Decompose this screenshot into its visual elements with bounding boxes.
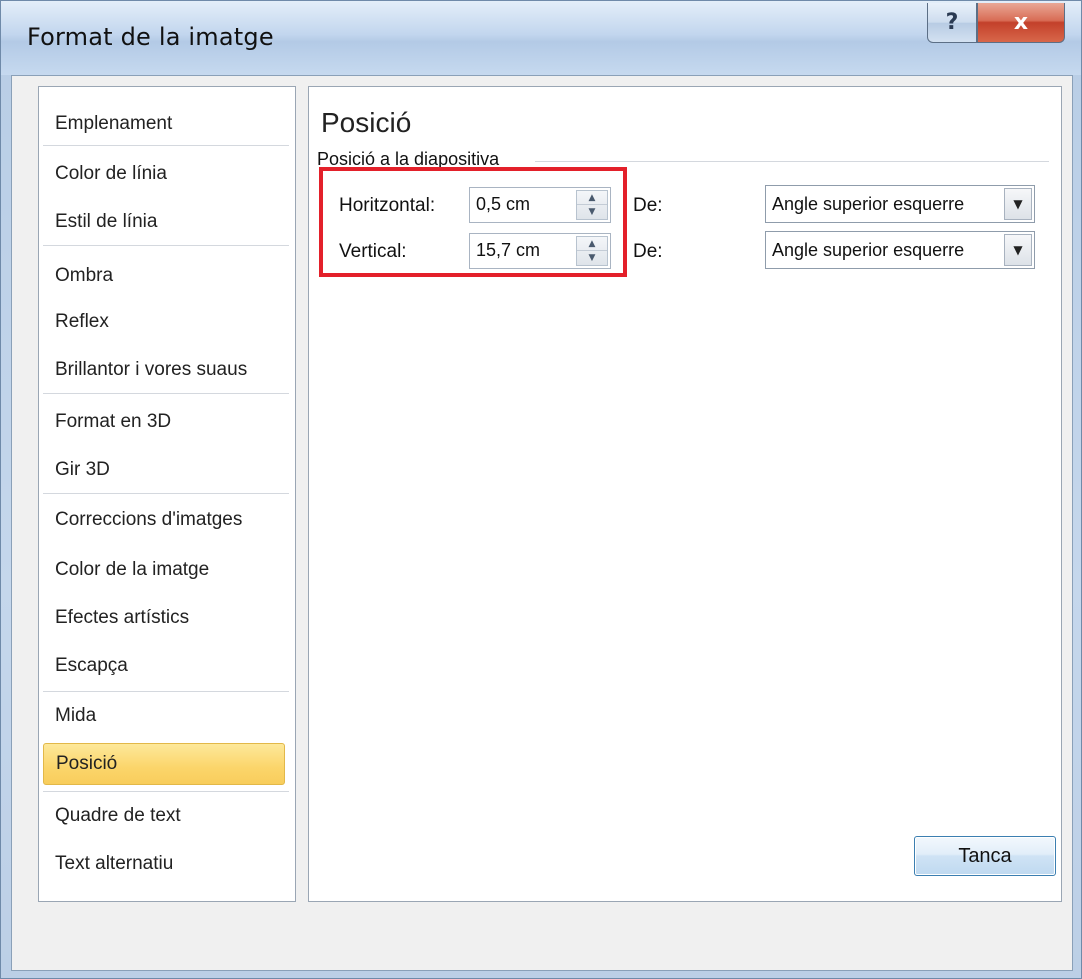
sidebar-divider — [43, 145, 289, 146]
close-dialog-button[interactable]: Tanca — [914, 836, 1056, 876]
sidebar-item-text-alternatiu[interactable]: Text alternatiu — [43, 843, 285, 885]
highlight-annotation — [319, 167, 627, 277]
sidebar-divider — [43, 493, 289, 494]
horizontal-from-select[interactable]: Angle superior esquerre ▼ — [765, 185, 1035, 223]
chevron-down-icon[interactable]: ▼ — [1004, 234, 1032, 266]
window-close-button[interactable]: x — [977, 3, 1065, 43]
sidebar-item-escapca[interactable]: Escapça — [43, 645, 285, 687]
chevron-down-icon[interactable]: ▼ — [1004, 188, 1032, 220]
sidebar-divider — [43, 791, 289, 792]
sidebar-item-estil-de-linia[interactable]: Estil de línia — [43, 201, 285, 243]
sidebar-item-quadre-text[interactable]: Quadre de text — [43, 795, 285, 837]
vertical-from-value: Angle superior esquerre — [772, 240, 965, 260]
sidebar-item-correccions[interactable]: Correccions d'imatges — [43, 499, 285, 541]
help-icon: ? — [945, 10, 959, 35]
category-sidebar: Emplenament Color de línia Estil de líni… — [38, 86, 296, 902]
horizontal-from-label: De: — [633, 195, 663, 216]
sidebar-item-brillantor[interactable]: Brillantor i vores suaus — [43, 349, 285, 391]
group-divider — [535, 161, 1049, 162]
panel-heading: Posició — [321, 107, 412, 138]
sidebar-item-reflex[interactable]: Reflex — [43, 301, 285, 343]
sidebar-item-color-de-linia[interactable]: Color de línia — [43, 153, 285, 195]
title-bar[interactable]: Format de la imatge ? x — [1, 1, 1081, 75]
help-button[interactable]: ? — [927, 3, 977, 43]
sidebar-item-mida[interactable]: Mida — [43, 695, 285, 737]
sidebar-item-gir-3d[interactable]: Gir 3D — [43, 449, 285, 491]
vertical-from-select[interactable]: Angle superior esquerre ▼ — [765, 231, 1035, 269]
sidebar-item-emplenament[interactable]: Emplenament — [43, 103, 285, 145]
sidebar-divider — [43, 691, 289, 692]
sidebar-item-ombra[interactable]: Ombra — [43, 255, 285, 297]
sidebar-item-posicio[interactable]: Posició — [43, 743, 285, 785]
sidebar-item-format-3d[interactable]: Format en 3D — [43, 401, 285, 443]
close-icon: x — [1013, 10, 1029, 35]
sidebar-item-color-imatge[interactable]: Color de la imatge — [43, 549, 285, 591]
sidebar-divider — [43, 245, 289, 246]
vertical-from-label: De: — [633, 241, 663, 262]
window-title: Format de la imatge — [27, 23, 274, 51]
format-picture-dialog: Format de la imatge ? x Emplenament Colo… — [0, 0, 1082, 979]
sidebar-item-efectes[interactable]: Efectes artístics — [43, 597, 285, 639]
horizontal-from-value: Angle superior esquerre — [772, 194, 965, 214]
sidebar-divider — [43, 393, 289, 394]
